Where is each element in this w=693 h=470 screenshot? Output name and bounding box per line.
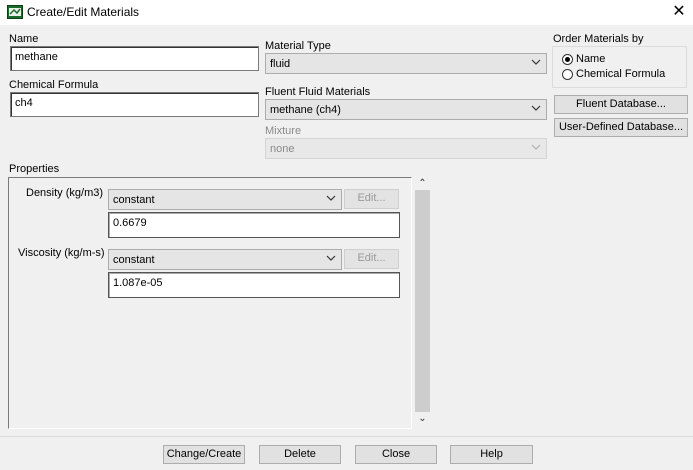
close-icon[interactable]: ✕ xyxy=(668,2,690,22)
order-by-formula-radio[interactable] xyxy=(562,69,573,80)
material-type-value: fluid xyxy=(270,58,291,70)
viscosity-edit-button: Edit... xyxy=(344,249,399,269)
fluent-app-icon xyxy=(7,5,23,19)
density-method-dropdown[interactable]: constant xyxy=(108,189,342,210)
density-value-field[interactable]: 0.6679 xyxy=(108,212,400,238)
chevron-down-icon xyxy=(531,59,541,65)
chevron-down-icon xyxy=(531,105,541,111)
scroll-down-icon[interactable]: ⌄ xyxy=(415,413,430,425)
name-field[interactable]: methane xyxy=(10,46,259,71)
delete-button[interactable]: Delete xyxy=(259,445,341,464)
density-edit-button: Edit... xyxy=(344,189,399,209)
material-type-label: Material Type xyxy=(265,40,331,52)
window-title: Create/Edit Materials xyxy=(27,5,140,19)
footer-divider xyxy=(0,436,693,437)
fluent-materials-dropdown[interactable]: methane (ch4) xyxy=(265,99,547,120)
mixture-value: none xyxy=(270,143,295,155)
density-method-value: constant xyxy=(113,194,155,206)
properties-scrollbar[interactable] xyxy=(415,190,430,412)
scroll-up-icon[interactable]: ⌃ xyxy=(415,178,430,190)
mixture-label: Mixture xyxy=(265,125,302,137)
viscosity-method-dropdown[interactable]: constant xyxy=(108,249,342,270)
order-by-formula-label[interactable]: Chemical Formula xyxy=(576,68,665,80)
viscosity-label: Viscosity (kg/m-s) xyxy=(18,247,105,259)
change-create-button[interactable]: Change/Create xyxy=(163,445,245,464)
user-defined-database-button[interactable]: User-Defined Database... xyxy=(554,118,688,137)
chevron-down-icon xyxy=(326,195,336,201)
mixture-dropdown: none xyxy=(265,138,547,159)
chevron-down-icon xyxy=(326,255,336,261)
chevron-down-icon xyxy=(531,144,541,150)
order-materials-label: Order Materials by xyxy=(553,33,644,45)
viscosity-value-field[interactable]: 1.087e-05 xyxy=(108,272,400,298)
properties-label: Properties xyxy=(9,163,60,175)
order-by-name-radio[interactable] xyxy=(562,54,573,65)
name-label: Name xyxy=(9,33,39,45)
material-type-dropdown[interactable]: fluid xyxy=(265,53,547,74)
close-button[interactable]: Close xyxy=(355,445,437,464)
density-label: Density (kg/m3) xyxy=(26,187,104,199)
fluent-materials-value: methane (ch4) xyxy=(270,104,341,116)
chemical-formula-label: Chemical Formula xyxy=(9,79,99,91)
order-materials-group xyxy=(552,46,687,88)
order-by-name-label[interactable]: Name xyxy=(576,53,605,65)
chemical-formula-field[interactable]: ch4 xyxy=(10,92,259,117)
fluent-database-button[interactable]: Fluent Database... xyxy=(554,95,688,114)
viscosity-method-value: constant xyxy=(113,254,155,266)
fluent-materials-label: Fluent Fluid Materials xyxy=(265,86,371,98)
help-button[interactable]: Help xyxy=(450,445,533,464)
